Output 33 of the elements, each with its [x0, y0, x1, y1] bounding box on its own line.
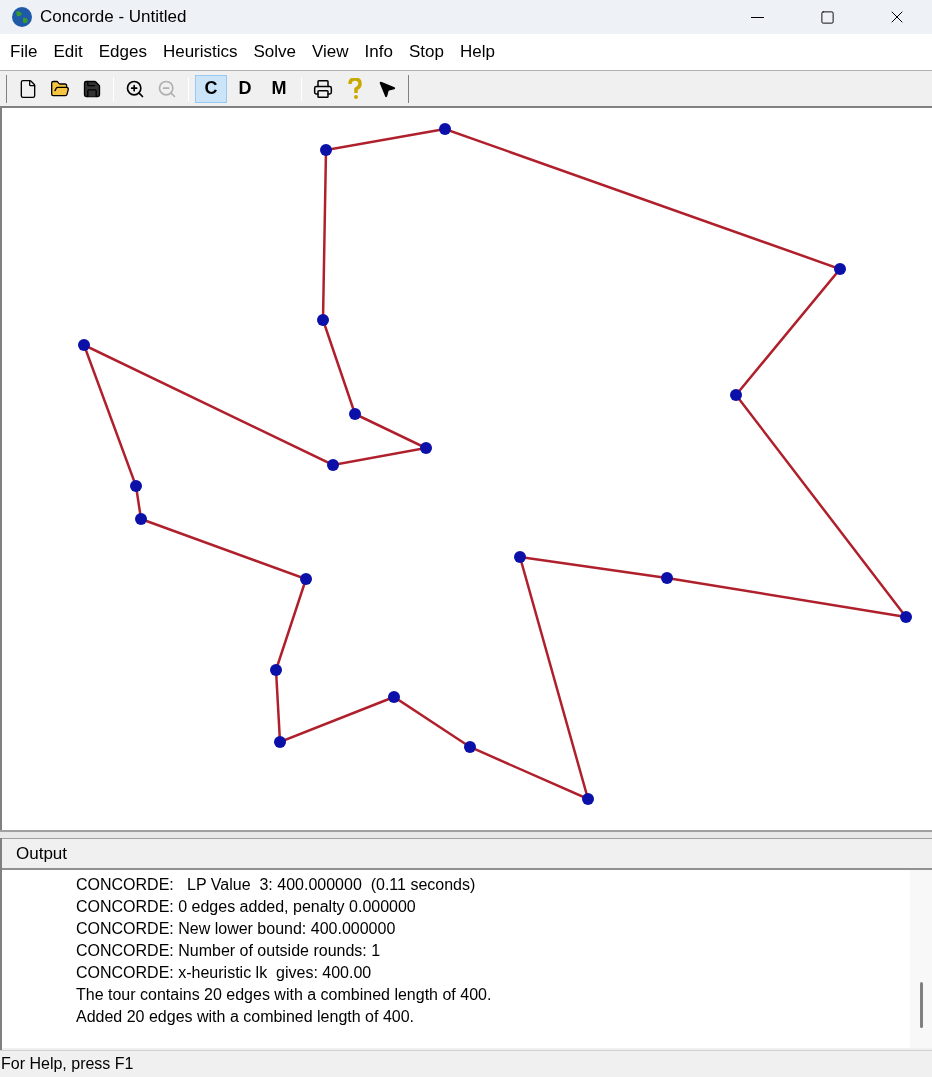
output-header: Output	[2, 838, 932, 870]
minimize-icon	[750, 16, 764, 18]
zoom-in-icon	[125, 78, 145, 99]
output-line: CONCORDE: x-heuristic lk gives: 400.00	[76, 963, 373, 983]
window-title: Concorde - Untitled	[40, 6, 187, 29]
scrollbar-thumb[interactable]	[920, 982, 923, 1028]
splitter-bar[interactable]	[0, 830, 932, 838]
output-line: CONCORDE: 0 edges added, penalty 0.000000	[76, 897, 417, 917]
menu-item[interactable]: File	[2, 34, 46, 70]
menu-item[interactable]: Info	[356, 34, 401, 70]
maximize-icon	[819, 9, 835, 25]
status-text: For Help, press F1	[1, 1054, 134, 1074]
folder-icon	[50, 78, 70, 99]
output-line: CONCORDE: New lower bound: 400.000000	[76, 919, 397, 939]
blank-page-icon	[18, 78, 38, 99]
menu-item[interactable]: Heuristics	[154, 34, 246, 70]
mode-button[interactable]: M	[263, 74, 295, 103]
mode-button[interactable]: D	[229, 74, 261, 103]
question-mark-icon	[348, 77, 362, 100]
output-line: Added 20 edges with a combined length of 400.	[76, 1007, 416, 1027]
menu-item[interactable]: Help	[451, 34, 503, 70]
menu-item[interactable]: Edges	[90, 34, 155, 70]
output-line: CONCORDE: LP Value 3: 400.000000 (0.11 seconds)	[76, 875, 477, 895]
menu-item[interactable]: View	[304, 34, 357, 70]
menu-item[interactable]: Solve	[245, 34, 305, 70]
menu-item[interactable]: Edit	[45, 34, 91, 70]
printer-icon	[313, 78, 333, 99]
globe-icon	[11, 6, 33, 28]
zoom-out-icon	[157, 78, 177, 99]
output-line: The tour contains 20 edges with a combined length of 400.	[76, 985, 493, 1005]
mode-button[interactable]: C	[195, 74, 227, 103]
menu-item[interactable]: Stop	[400, 34, 452, 70]
output-line: CONCORDE: Number of outside rounds: 1	[76, 941, 382, 961]
